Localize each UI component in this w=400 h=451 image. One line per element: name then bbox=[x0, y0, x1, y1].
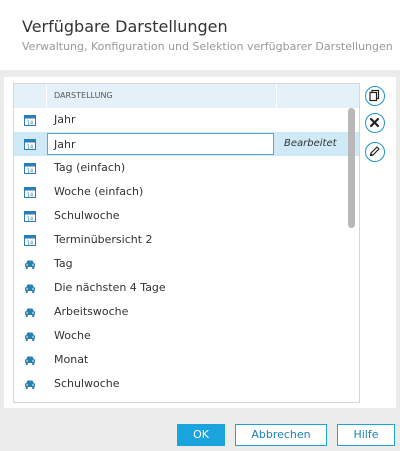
dialog-subtitle: Verwaltung, Konfiguration und Selektion … bbox=[22, 40, 393, 53]
table-row[interactable]: Schulwoche bbox=[14, 372, 359, 396]
calendar-icon: 14 bbox=[24, 115, 36, 127]
car-icon bbox=[25, 308, 35, 317]
row-label: Woche (einfach) bbox=[54, 185, 144, 198]
row-label: Schulwoche bbox=[54, 209, 120, 222]
cancel-button[interactable]: Abbrechen bbox=[235, 424, 327, 446]
row-label: Woche bbox=[54, 329, 91, 342]
table-row[interactable]: Arbeitswoche bbox=[14, 300, 359, 324]
dialog-header: Verfügbare Darstellungen Verwaltung, Kon… bbox=[0, 0, 400, 70]
table-row[interactable]: Tag bbox=[14, 252, 359, 276]
edit-view-button[interactable] bbox=[365, 142, 385, 162]
table-row[interactable]: 14 Woche (einfach) bbox=[14, 180, 359, 204]
calendar-icon: 14 bbox=[24, 235, 36, 247]
calendar-icon: 14 bbox=[24, 163, 36, 175]
status-edited: Bearbeitet bbox=[284, 138, 337, 149]
row-label: Jahr bbox=[54, 138, 76, 151]
svg-text:14: 14 bbox=[27, 217, 33, 223]
delete-icon bbox=[369, 117, 380, 128]
row-label: Tag bbox=[54, 257, 73, 270]
copy-icon bbox=[369, 89, 380, 102]
row-label: Arbeitswoche bbox=[54, 305, 129, 318]
views-table: DARSTELLUNG 14 Jahr 14 Jahr Bearbeitet 1… bbox=[13, 83, 360, 403]
svg-text:14: 14 bbox=[27, 241, 33, 247]
table-row[interactable]: 14 Jahr bbox=[14, 108, 359, 132]
row-name-edit-input[interactable]: Jahr bbox=[47, 133, 274, 155]
calendar-icon: 14 bbox=[24, 187, 36, 199]
calendar-icon: 14 bbox=[24, 139, 36, 151]
help-button[interactable]: Hilfe bbox=[337, 424, 395, 446]
column-header-darstellung[interactable]: DARSTELLUNG bbox=[54, 91, 113, 100]
row-label: Die nächsten 4 Tage bbox=[54, 281, 166, 294]
car-icon bbox=[25, 332, 35, 341]
ok-button[interactable]: OK bbox=[177, 424, 225, 446]
table-row[interactable]: Woche bbox=[14, 324, 359, 348]
table-row[interactable]: 14 Tag (einfach) bbox=[14, 156, 359, 180]
svg-text:14: 14 bbox=[27, 169, 33, 175]
header-divider bbox=[46, 84, 47, 108]
list-scrollbar[interactable] bbox=[348, 108, 355, 228]
table-row[interactable]: Monat bbox=[14, 348, 359, 372]
svg-text:14: 14 bbox=[27, 193, 33, 199]
row-label: Jahr bbox=[54, 113, 76, 126]
car-icon bbox=[25, 380, 35, 389]
table-row[interactable]: 14 Schulwoche bbox=[14, 204, 359, 228]
table-row[interactable]: Die nächsten 4 Tage bbox=[14, 276, 359, 300]
edit-pencil-icon bbox=[369, 146, 380, 157]
row-label: Terminübersicht 2 bbox=[54, 233, 153, 246]
car-icon bbox=[25, 284, 35, 293]
table-row-selected[interactable]: 14 Jahr Bearbeitet bbox=[14, 132, 359, 156]
car-icon bbox=[25, 356, 35, 365]
table-row[interactable]: 14 Terminübersicht 2 bbox=[14, 228, 359, 252]
table-header: DARSTELLUNG bbox=[14, 84, 359, 108]
calendar-icon: 14 bbox=[24, 211, 36, 223]
svg-text:14: 14 bbox=[27, 121, 33, 127]
row-label: Monat bbox=[54, 353, 89, 366]
svg-text:14: 14 bbox=[27, 145, 33, 151]
delete-view-button[interactable] bbox=[365, 113, 385, 133]
row-label: Schulwoche bbox=[54, 377, 120, 390]
copy-view-button[interactable] bbox=[365, 86, 385, 106]
dialog-title: Verfügbare Darstellungen bbox=[22, 17, 228, 36]
car-icon bbox=[25, 260, 35, 269]
row-label: Tag (einfach) bbox=[54, 161, 126, 174]
header-divider bbox=[276, 84, 277, 108]
